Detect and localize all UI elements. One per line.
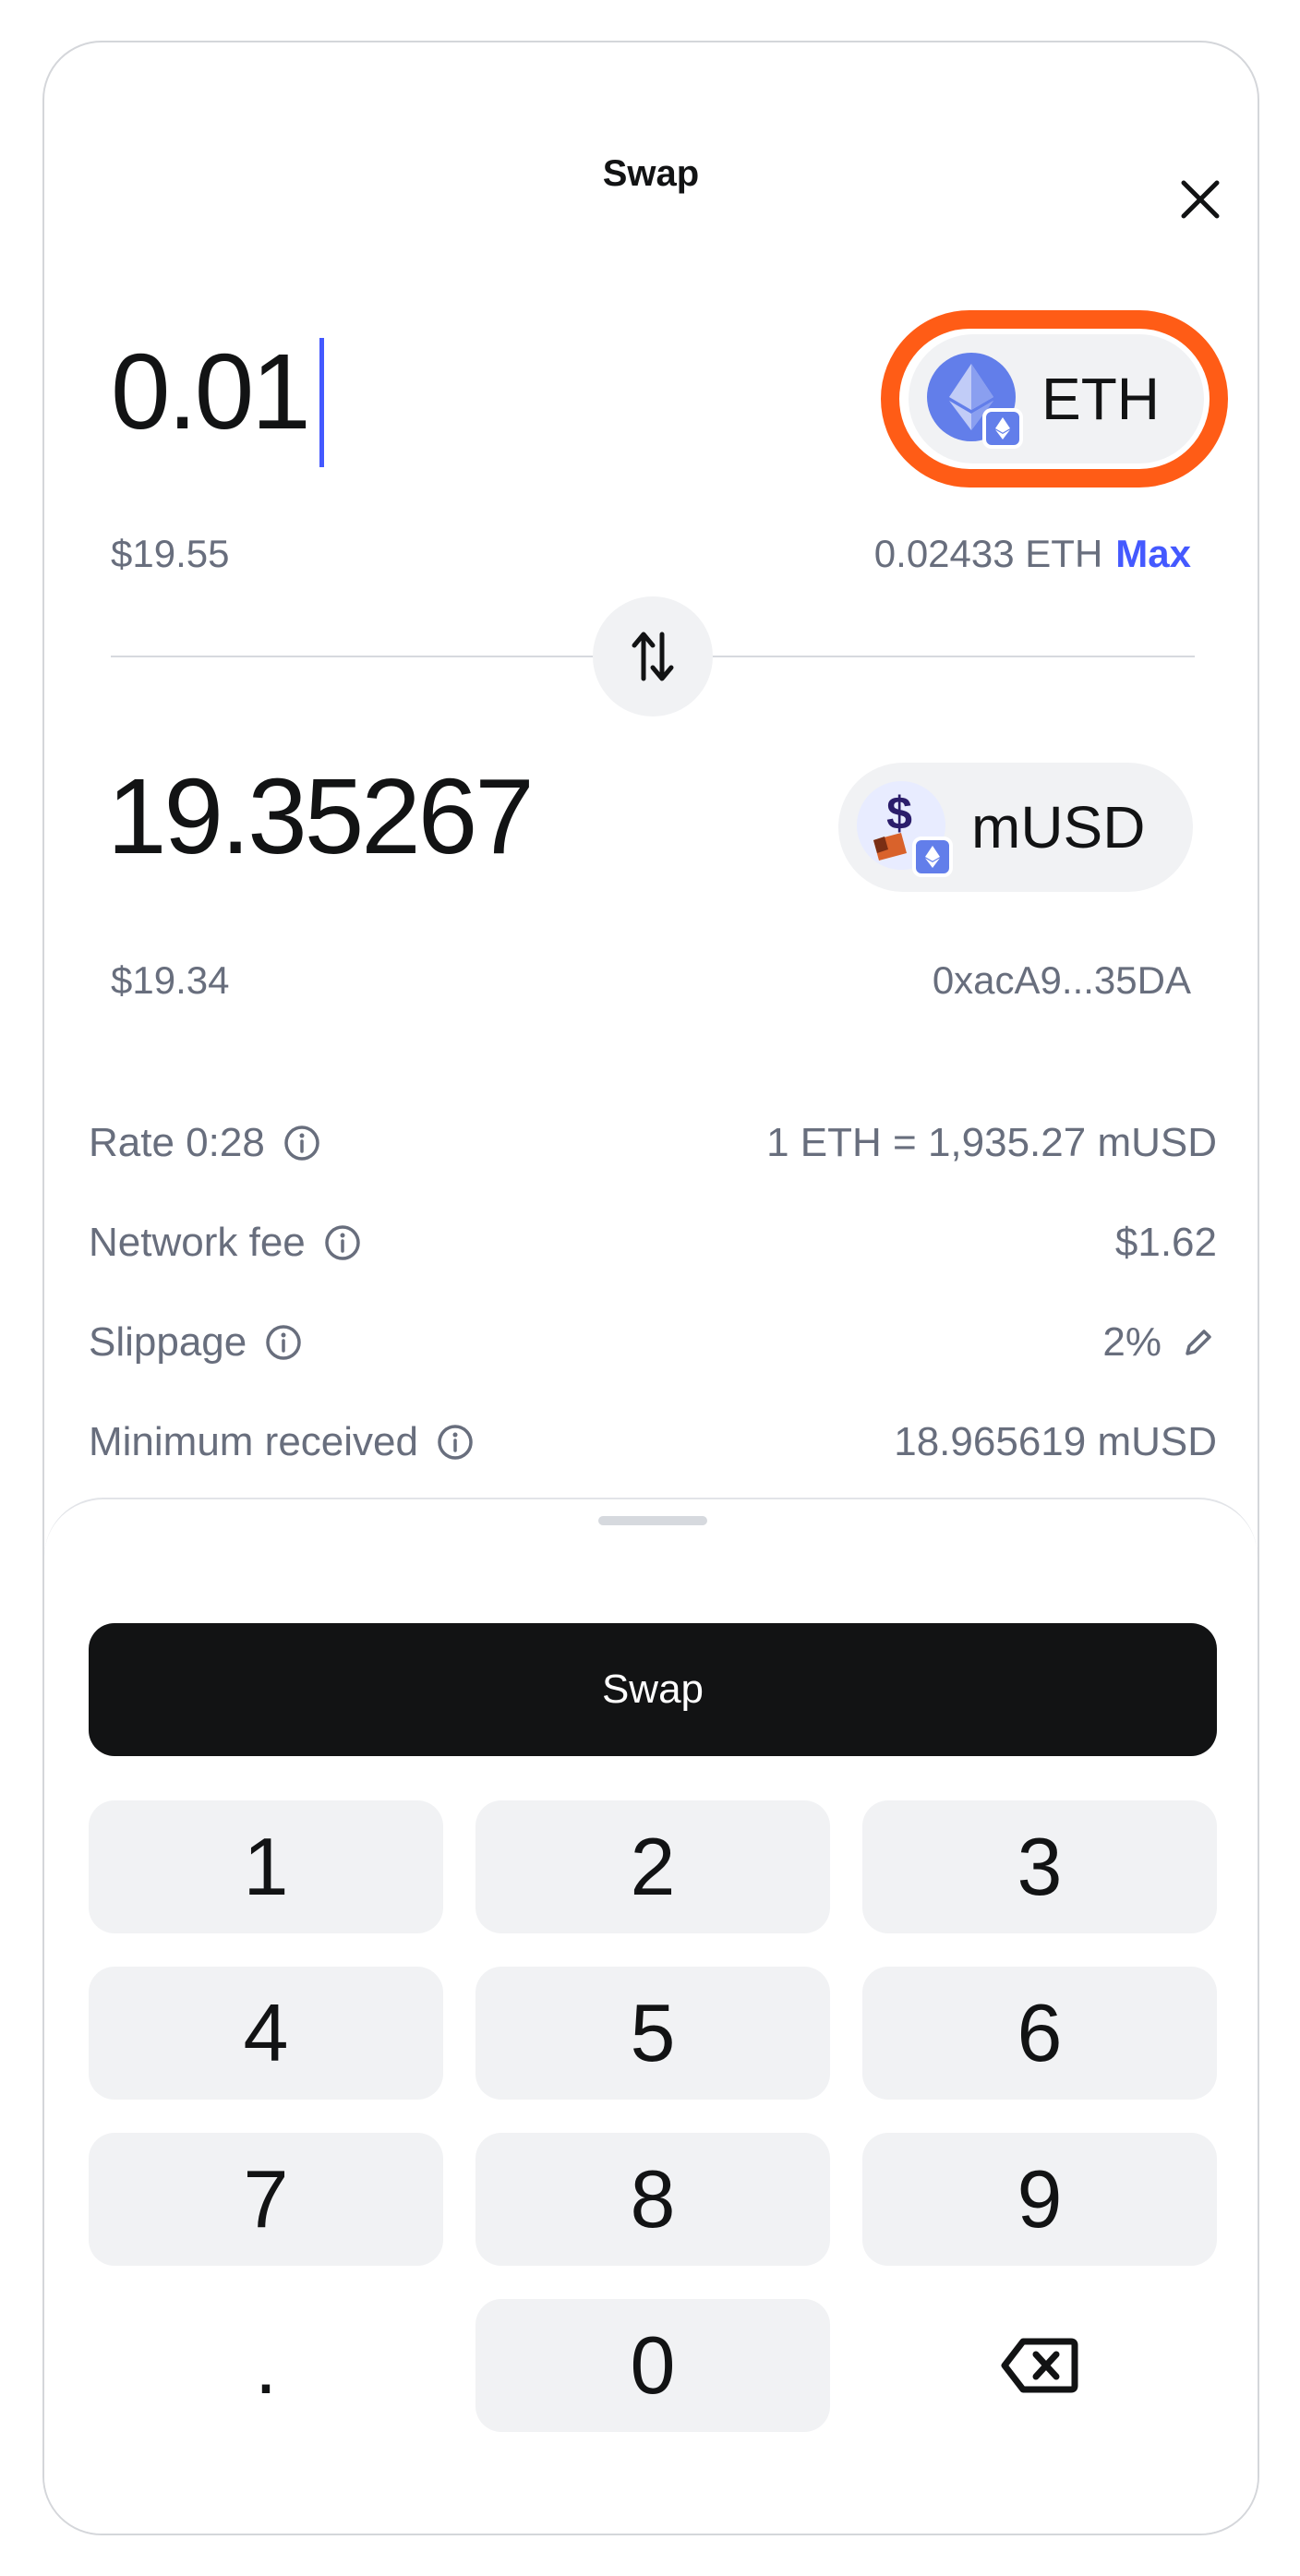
slippage-row: Slippage 2%	[89, 1315, 1217, 1370]
close-icon	[1181, 180, 1220, 219]
network-fee-value: $1.62	[1114, 1220, 1217, 1265]
swap-button[interactable]: Swap	[89, 1623, 1217, 1756]
key-7[interactable]: 7	[89, 2133, 443, 2266]
network-badge-icon	[912, 837, 953, 877]
info-icon[interactable]	[265, 1324, 302, 1361]
from-token-symbol: ETH	[1041, 366, 1160, 432]
slippage-label: Slippage	[89, 1319, 247, 1365]
max-button[interactable]: Max	[1115, 532, 1191, 576]
slippage-value: 2%	[1102, 1319, 1162, 1365]
info-icon[interactable]	[437, 1424, 474, 1461]
key-decimal[interactable]: .	[89, 2299, 443, 2432]
key-6[interactable]: 6	[862, 1967, 1217, 2100]
recipient-address[interactable]: 0xacA9...35DA	[933, 958, 1191, 1003]
fee-label-wrap: Network fee	[89, 1220, 361, 1266]
to-fiat-value: $19.34	[111, 958, 230, 1002]
network-fee-label: Network fee	[89, 1220, 306, 1265]
slippage-label-wrap: Slippage	[89, 1319, 302, 1366]
page-title: Swap	[602, 153, 700, 194]
min-label-wrap: Minimum received	[89, 1419, 474, 1465]
minimum-received-row: Minimum received 18.965619 mUSD	[89, 1414, 1217, 1470]
info-icon[interactable]	[324, 1224, 361, 1261]
from-fiat-value: $19.55	[111, 532, 230, 575]
key-3[interactable]: 3	[862, 1800, 1217, 1933]
key-4[interactable]: 4	[89, 1967, 443, 2100]
info-icon[interactable]	[283, 1125, 320, 1162]
rate-row: Rate 0:28 1 ETH = 1,935.27 mUSD	[89, 1115, 1217, 1171]
network-fee-row: Network fee $1.62	[89, 1215, 1217, 1270]
swap-arrows-icon	[632, 632, 674, 681]
key-5[interactable]: 5	[475, 1967, 830, 2100]
to-token-selector[interactable]: $ mUSD	[838, 763, 1193, 892]
token-icon-wrap	[927, 353, 1023, 449]
bottom-sheet: Swap 1 2 3 4 5 6 7 8 9 . 0	[44, 1498, 1258, 2534]
key-1[interactable]: 1	[89, 1800, 443, 1933]
to-token-symbol: mUSD	[971, 794, 1146, 861]
close-button[interactable]	[1154, 153, 1246, 246]
network-badge-icon	[982, 408, 1023, 449]
rate-label-wrap: Rate 0:28	[89, 1120, 320, 1166]
backspace-icon	[1001, 2338, 1078, 2393]
balance-row: 0.02433 ETH Max	[874, 532, 1191, 576]
backspace-key[interactable]	[862, 2299, 1217, 2432]
from-balance: 0.02433 ETH	[873, 532, 1103, 575]
svg-text:$: $	[886, 788, 912, 839]
token-icon-wrap: $	[857, 781, 953, 877]
key-0[interactable]: 0	[475, 2299, 830, 2432]
rate-label: Rate 0:28	[89, 1120, 265, 1165]
to-amount: 19.35267	[107, 756, 535, 876]
key-8[interactable]: 8	[475, 2133, 830, 2266]
swap-screen: Swap 0.01 ETH $19.55 0.02433 ETH Max 19.…	[42, 41, 1259, 2535]
minimum-received-label: Minimum received	[89, 1419, 418, 1464]
rate-value: 1 ETH = 1,935.27 mUSD	[766, 1120, 1217, 1165]
from-amount-input[interactable]: 0.01	[111, 338, 311, 445]
key-2[interactable]: 2	[475, 1800, 830, 1933]
switch-tokens-button[interactable]	[593, 596, 713, 716]
sheet-handle[interactable]	[598, 1516, 707, 1525]
from-token-selector[interactable]: ETH	[909, 334, 1204, 463]
slippage-value-wrap[interactable]: 2%	[1102, 1319, 1217, 1366]
minimum-received-value: 18.965619 mUSD	[894, 1419, 1217, 1464]
key-9[interactable]: 9	[862, 2133, 1217, 2266]
text-caret	[319, 338, 324, 467]
pencil-icon[interactable]	[1180, 1324, 1217, 1361]
